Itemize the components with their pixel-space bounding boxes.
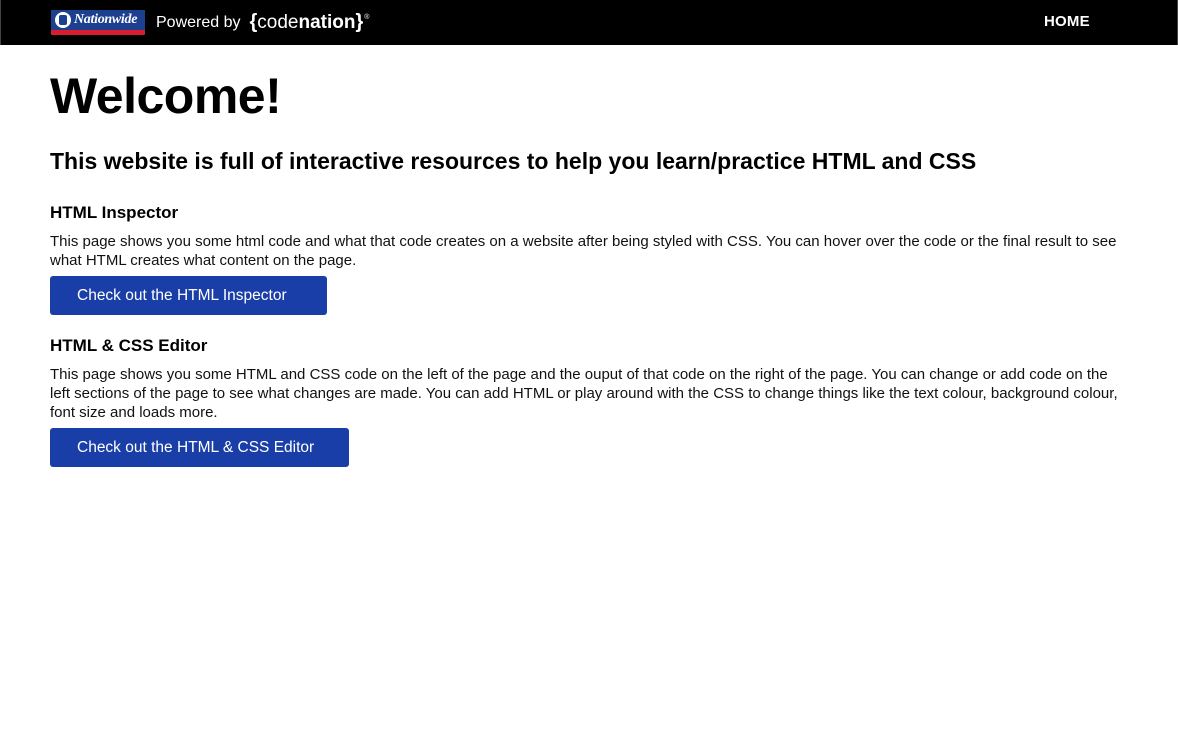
powered-by-text: Powered by <box>156 13 241 31</box>
page-subtitle: This website is full of interactive reso… <box>50 148 977 174</box>
section-heading: HTML Inspector <box>50 203 179 222</box>
main-content: Welcome! This website is full of interac… <box>50 68 1130 467</box>
nationwide-logo-text: Nationwide <box>74 12 138 27</box>
html-inspector-button[interactable]: Check out the HTML Inspector <box>50 276 327 315</box>
codenation-logo: {code nation} ® <box>249 11 370 33</box>
page-title: Welcome! <box>50 68 282 124</box>
section-description: This page shows you some html code and w… <box>50 233 1117 269</box>
section-description: This page shows you some HTML and CSS co… <box>50 366 1118 421</box>
section-heading: HTML & CSS Editor <box>50 336 208 355</box>
section-html-inspector: HTML Inspector This page shows you some … <box>50 202 1130 315</box>
brand-logos[interactable]: Nationwide Powered by {code nation} ® <box>51 10 369 35</box>
section-html-css-editor: HTML & CSS Editor This page shows you so… <box>50 335 1130 467</box>
top-nav-bar: Nationwide Powered by {code nation} ® HOME <box>0 0 1178 45</box>
nationwide-logo[interactable]: Nationwide <box>51 10 145 35</box>
nationwide-emblem-icon <box>55 12 71 28</box>
nav-link-home[interactable]: HOME <box>1044 13 1090 30</box>
html-css-editor-button[interactable]: Check out the HTML & CSS Editor <box>50 428 349 467</box>
